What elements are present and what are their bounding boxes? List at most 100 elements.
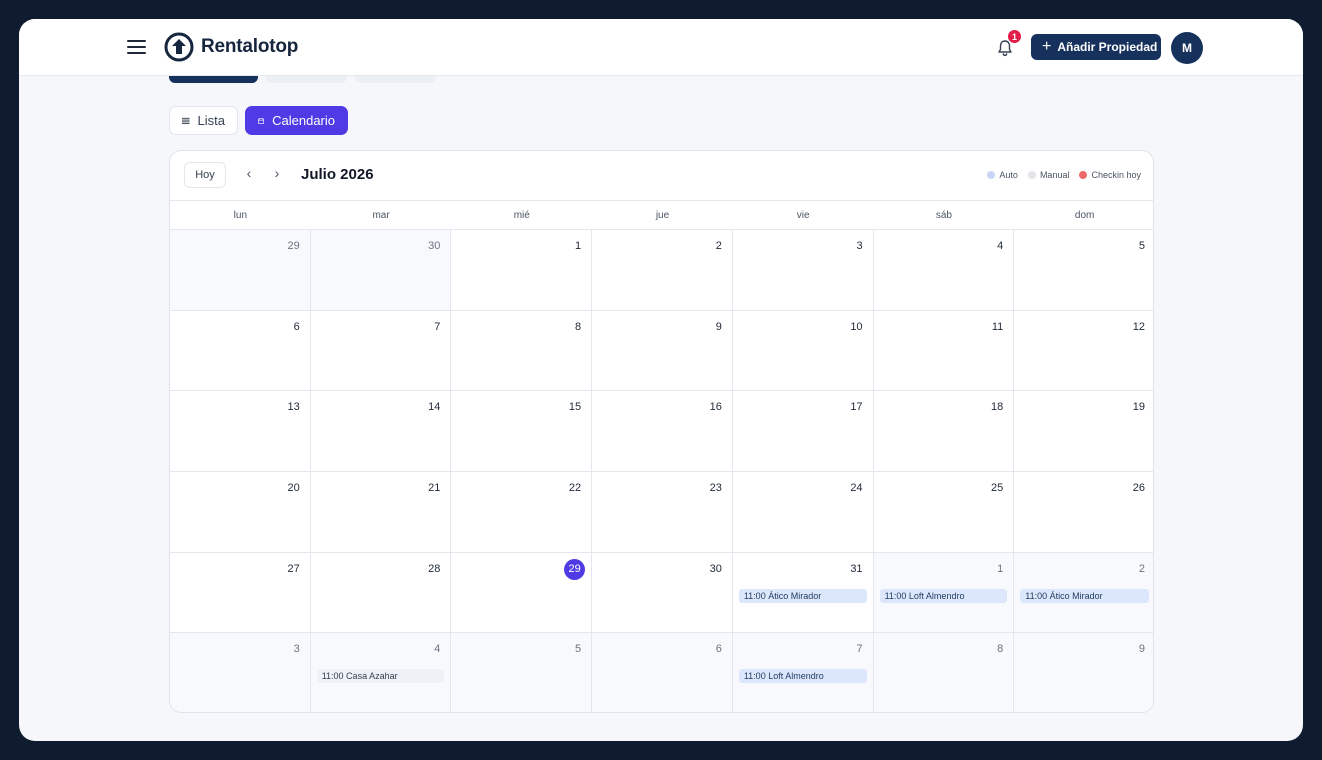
- day-cell[interactable]: 13: [170, 391, 311, 472]
- today-button[interactable]: Hoy: [184, 162, 226, 188]
- day-cell[interactable]: 1: [451, 230, 593, 311]
- day-cell[interactable]: 30: [592, 552, 733, 634]
- day-cell[interactable]: 1 11:00 Loft Almendro: [873, 552, 1015, 634]
- day-cell[interactable]: 20: [170, 471, 311, 553]
- day-cell[interactable]: 29: [170, 230, 311, 311]
- day-cell[interactable]: 7: [310, 310, 452, 392]
- add-property-label: Añadir Propiedad: [1057, 40, 1158, 54]
- day-number: 11: [991, 320, 1004, 333]
- day-cell[interactable]: 21: [310, 471, 452, 553]
- day-number: 8: [997, 643, 1004, 656]
- reservation-event[interactable]: 11:00 Loft Almendro: [738, 669, 867, 684]
- day-cell[interactable]: 30: [310, 230, 452, 311]
- day-number: 21: [428, 481, 441, 494]
- reservation-event[interactable]: 11:00 Ático Mirador: [738, 588, 867, 603]
- day-cell[interactable]: 23: [592, 471, 733, 553]
- weekday-label: jue: [655, 209, 670, 221]
- legend-item: Manual: [1027, 170, 1070, 180]
- day-cell[interactable]: 5: [1014, 230, 1153, 311]
- day-cell[interactable]: 14: [310, 391, 452, 472]
- weekday-label: dom: [1074, 209, 1095, 221]
- calendar-card: Hoy ‹ › Julio 2026 Auto Manual Checkin hoy…: [169, 150, 1154, 713]
- weekday-label: mar: [372, 209, 390, 221]
- next-month-button[interactable]: ›: [270, 165, 284, 181]
- legend-dot: [987, 171, 996, 179]
- day-cell[interactable]: 29: [451, 552, 593, 634]
- day-cell[interactable]: 31 11:00 Ático Mirador: [732, 552, 874, 634]
- view-calendar-label: Calendario: [272, 113, 335, 128]
- day-cell[interactable]: 6: [170, 310, 311, 392]
- day-number: 29: [287, 240, 300, 252]
- legend-item: Auto: [987, 170, 1018, 180]
- day-number: 17: [850, 401, 863, 414]
- day-number: 16: [709, 401, 722, 414]
- prev-month-button[interactable]: ‹: [242, 165, 256, 181]
- day-number: 28: [428, 562, 441, 575]
- reservation-event[interactable]: 11:00 Casa Azahar: [316, 669, 445, 684]
- day-cell[interactable]: 12: [1014, 310, 1153, 392]
- day-number: 22: [568, 481, 582, 494]
- day-number: 25: [991, 481, 1004, 494]
- calendar-header: Hoy ‹ › Julio 2026 Auto Manual Checkin hoy: [170, 151, 1153, 201]
- day-number: 7: [856, 643, 863, 656]
- day-number: 18: [991, 401, 1004, 414]
- day-cell[interactable]: 3: [170, 633, 311, 712]
- day-number: 4: [997, 240, 1004, 252]
- day-number: 24: [850, 481, 863, 494]
- day-cell[interactable]: 19: [1014, 391, 1153, 472]
- weekday-label: mié: [513, 209, 530, 221]
- day-number: 19: [1132, 401, 1145, 414]
- day-cell[interactable]: 6: [592, 633, 733, 712]
- app-window: Rentalotop 1 + Añadir Propiedad M Lista …: [19, 19, 1303, 741]
- day-number: 3: [293, 643, 300, 656]
- day-cell[interactable]: 2: [592, 230, 733, 311]
- day-number: 3: [856, 240, 863, 252]
- day-cell[interactable]: 9: [1014, 633, 1153, 712]
- month-grid: 29 30 1 2 3 4 5 6 7 8 9 10 11 12 13 14 15 16 17 18 19 20 21 22 2…: [170, 230, 1153, 712]
- day-cell[interactable]: 9: [592, 310, 733, 392]
- day-cell[interactable]: 26: [1014, 471, 1153, 553]
- legend: Auto Manual Checkin hoy: [987, 170, 1141, 180]
- view-list-button[interactable]: Lista: [169, 106, 238, 135]
- reservation-event[interactable]: 11:00 Ático Mirador: [1020, 588, 1149, 603]
- today-day-number: 29: [564, 558, 586, 580]
- legend-label: Manual: [1039, 170, 1070, 180]
- day-cell[interactable]: 4 11:00 Casa Azahar: [310, 633, 452, 712]
- user-avatar[interactable]: M: [1171, 32, 1203, 64]
- day-cell[interactable]: 8: [451, 310, 593, 392]
- day-cell[interactable]: 28: [310, 552, 452, 634]
- day-number: 26: [1132, 481, 1145, 494]
- day-cell[interactable]: 2 11:00 Ático Mirador: [1014, 552, 1153, 634]
- view-list-label: Lista: [197, 113, 225, 128]
- day-number: 5: [575, 643, 582, 656]
- day-cell[interactable]: 27: [170, 552, 311, 634]
- add-property-button[interactable]: + Añadir Propiedad: [1031, 34, 1161, 60]
- day-number: 30: [428, 240, 441, 252]
- logo-icon: [164, 32, 194, 62]
- day-number: 9: [715, 320, 722, 333]
- day-cell[interactable]: 22: [451, 471, 593, 553]
- day-cell[interactable]: 5: [451, 633, 593, 712]
- day-number: 1: [997, 562, 1004, 575]
- day-cell[interactable]: 17: [732, 391, 874, 472]
- calendar-icon: [258, 117, 265, 124]
- day-number: 9: [1138, 643, 1145, 656]
- day-cell[interactable]: 15: [451, 391, 593, 472]
- reservation-event[interactable]: 11:00 Loft Almendro: [879, 588, 1008, 603]
- day-cell[interactable]: 16: [592, 391, 733, 472]
- day-cell[interactable]: 24: [732, 471, 874, 553]
- day-cell[interactable]: 18: [873, 391, 1015, 472]
- day-number: 4: [434, 643, 441, 656]
- day-cell[interactable]: 11: [873, 310, 1015, 392]
- day-number: 5: [1138, 240, 1145, 252]
- day-cell[interactable]: 4: [873, 230, 1015, 311]
- day-cell[interactable]: 7 11:00 Loft Almendro: [732, 633, 874, 712]
- view-calendar-button[interactable]: Calendario: [245, 106, 348, 135]
- day-number: 15: [568, 401, 582, 414]
- day-cell[interactable]: 10: [732, 310, 874, 392]
- day-cell[interactable]: 8: [873, 633, 1015, 712]
- day-cell[interactable]: 3: [732, 230, 874, 311]
- day-cell[interactable]: 25: [873, 471, 1015, 553]
- hamburger-menu-icon[interactable]: [127, 38, 146, 56]
- day-number: 2: [1138, 562, 1145, 575]
